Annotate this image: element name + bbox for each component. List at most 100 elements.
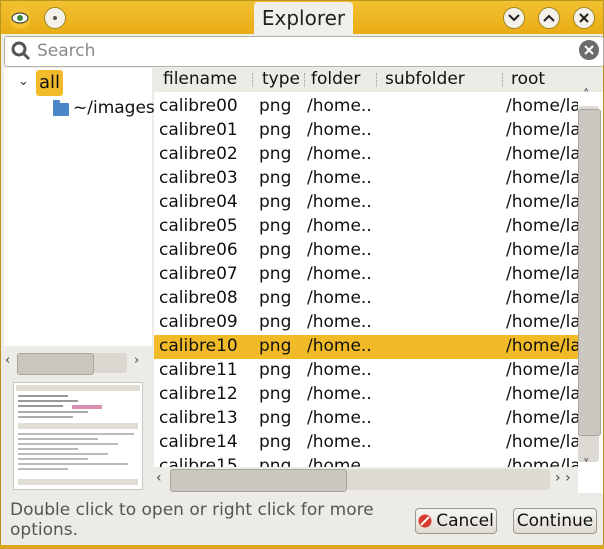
explorer-window: Explorer Search ⌄ all ~/images ‹ › filen… — [0, 0, 604, 549]
column-subfolder[interactable]: subfolder — [385, 69, 465, 89]
table-row[interactable]: calibre09 png/home.. /home/la — [154, 311, 578, 335]
chevron-down-icon[interactable]: ⌄ — [18, 74, 29, 89]
column-separator[interactable] — [252, 73, 254, 87]
table-row[interactable]: calibre07 png/home.. /home/la — [154, 263, 578, 287]
scroll-right-icon[interactable]: › — [555, 470, 561, 486]
cell-folder: /home.. — [307, 120, 372, 140]
cell-type: png — [259, 360, 292, 380]
search-icon — [11, 41, 31, 61]
column-type[interactable]: type — [262, 69, 300, 89]
image-preview — [13, 382, 143, 490]
table-row[interactable]: calibre08 png/home.. /home/la — [154, 287, 578, 311]
scroll-up-icon[interactable]: ˄ — [583, 88, 590, 103]
scroll-thumb[interactable] — [170, 469, 347, 492]
table-row[interactable]: calibre11 png/home.. /home/la — [154, 359, 578, 383]
scroll-thumb[interactable] — [17, 353, 94, 375]
column-root[interactable]: root — [511, 69, 545, 89]
minimize-icon[interactable] — [503, 7, 525, 29]
continue-button[interactable]: Continue — [513, 508, 597, 534]
tree-item-all[interactable]: all — [36, 70, 63, 96]
cell-filename: calibre02 — [159, 144, 238, 164]
clear-search-icon[interactable] — [579, 40, 599, 60]
cell-folder: /home.. — [307, 240, 372, 260]
search-bar: Search — [4, 36, 604, 67]
tree-horizontal-scrollbar[interactable]: ‹ › — [4, 350, 152, 377]
cancel-button[interactable]: Cancel — [415, 508, 497, 534]
table-vertical-scrollbar[interactable]: ˄ ˅ — [577, 88, 602, 477]
scroll-thumb[interactable] — [578, 109, 601, 436]
column-separator[interactable] — [304, 73, 306, 87]
cell-type: png — [259, 432, 292, 452]
scroll-right-end-icon[interactable]: › — [565, 470, 571, 486]
cell-filename: calibre04 — [159, 192, 238, 212]
table-header: filename type folder subfolder root — [154, 68, 603, 92]
table-row[interactable]: calibre12 png/home.. /home/la — [154, 383, 578, 407]
footer: Double click to open or right click for … — [1, 494, 603, 548]
scroll-down-icon[interactable]: ˅ — [583, 458, 590, 473]
cell-filename: calibre13 — [159, 408, 238, 428]
folder-tree: ⌄ all ~/images — [4, 68, 155, 346]
scroll-right-icon[interactable]: › — [134, 353, 139, 368]
cell-root: /home/la — [506, 336, 578, 356]
cell-folder: /home.. — [307, 360, 372, 380]
column-filename[interactable]: filename — [163, 69, 237, 89]
menu-dot-icon[interactable] — [44, 7, 66, 29]
tree-item-images[interactable]: ~/images — [73, 98, 155, 118]
cell-type: png — [259, 408, 292, 428]
table-row[interactable]: calibre04 png/home.. /home/la — [154, 191, 578, 215]
cell-filename: calibre10 — [159, 336, 238, 356]
column-separator[interactable] — [376, 73, 378, 87]
scroll-left-icon[interactable]: ‹ — [5, 353, 10, 368]
scroll-left-icon[interactable]: ‹ — [156, 470, 162, 486]
continue-label: Continue — [516, 511, 594, 531]
table-row[interactable]: calibre02 png/home.. /home/la — [154, 143, 578, 167]
cell-type: png — [259, 120, 292, 140]
cell-folder: /home.. — [307, 264, 372, 284]
cell-folder: /home.. — [307, 144, 372, 164]
search-input[interactable]: Search — [37, 41, 95, 61]
cell-folder: /home.. — [307, 288, 372, 308]
table-row[interactable]: calibre06 png/home.. /home/la — [154, 239, 578, 263]
cell-folder: /home.. — [307, 192, 372, 212]
folder-icon — [53, 100, 69, 116]
cell-type: png — [259, 336, 292, 356]
table-row[interactable]: calibre13 png/home.. /home/la — [154, 407, 578, 431]
cell-root: /home/la — [506, 96, 578, 116]
table-horizontal-scrollbar[interactable]: ‹ › › — [154, 467, 578, 493]
close-icon[interactable] — [573, 7, 595, 29]
column-folder[interactable]: folder — [311, 69, 360, 89]
maximize-icon[interactable] — [538, 7, 560, 29]
cell-filename: calibre11 — [159, 360, 238, 380]
table-row[interactable]: calibre03 png/home.. /home/la — [154, 167, 578, 191]
eye-icon[interactable] — [9, 7, 31, 29]
window-title: Explorer — [254, 2, 353, 34]
cell-root: /home/la — [506, 192, 578, 212]
table-row[interactable]: calibre00 png/home.. /home/la — [154, 95, 578, 119]
cell-filename: calibre07 — [159, 264, 238, 284]
cell-folder: /home.. — [307, 336, 372, 356]
table-row[interactable]: calibre05 png/home.. /home/la — [154, 215, 578, 239]
titlebar: Explorer — [1, 1, 603, 34]
cell-root: /home/la — [506, 360, 578, 380]
cell-filename: calibre12 — [159, 384, 238, 404]
column-separator[interactable] — [502, 73, 504, 87]
cell-filename: calibre06 — [159, 240, 238, 260]
table-row[interactable]: calibre10 png/home.. /home/la — [154, 335, 578, 359]
cell-filename: calibre09 — [159, 312, 238, 332]
table-row[interactable]: calibre01 png/home.. /home/la — [154, 119, 578, 143]
cell-type: png — [259, 216, 292, 236]
cell-type: png — [259, 168, 292, 188]
cell-filename: calibre14 — [159, 432, 238, 452]
cell-root: /home/la — [506, 288, 578, 308]
table-row[interactable]: calibre14 png/home.. /home/la — [154, 431, 578, 455]
cell-type: png — [259, 264, 292, 284]
cell-type: png — [259, 192, 292, 212]
cell-folder: /home.. — [307, 384, 372, 404]
cancel-label: Cancel — [436, 511, 494, 531]
cell-filename: calibre08 — [159, 288, 238, 308]
cell-root: /home/la — [506, 432, 578, 452]
cell-folder: /home.. — [307, 312, 372, 332]
hint-text: Double click to open or right click for … — [10, 500, 374, 540]
cell-folder: /home.. — [307, 216, 372, 236]
cell-root: /home/la — [506, 312, 578, 332]
